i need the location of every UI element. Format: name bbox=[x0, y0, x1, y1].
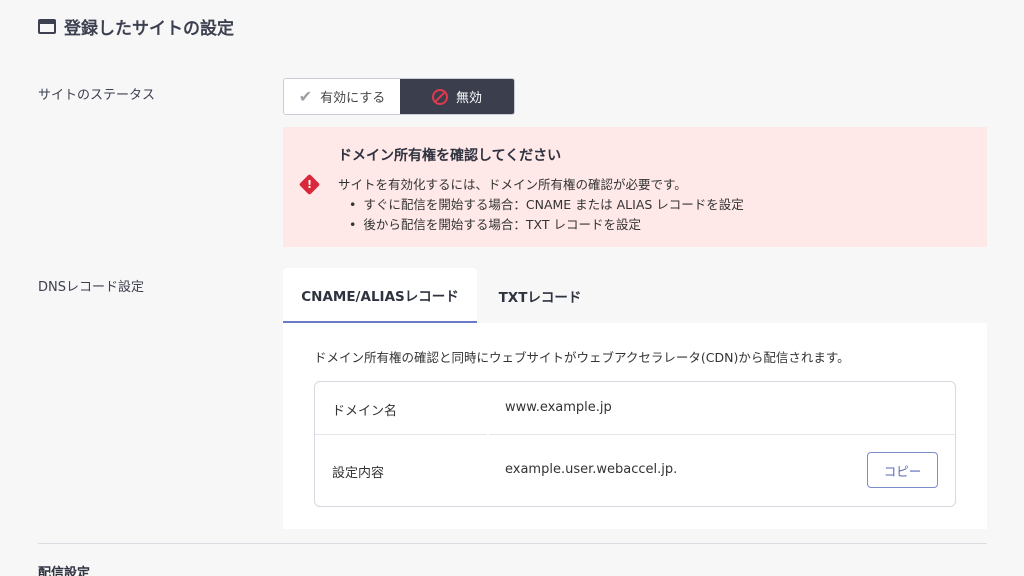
dns-tab-panel: ドメイン所有権の確認と同時にウェブサイトがウェブアクセラレータ(CDN)から配信… bbox=[283, 323, 987, 529]
dns-record-label: DNSレコード設定 bbox=[38, 280, 144, 295]
tab-cname-alias[interactable]: CNAME/ALIASレコード bbox=[283, 268, 477, 323]
enable-option[interactable]: ✔ 有効にする bbox=[284, 79, 400, 114]
divider bbox=[487, 433, 489, 436]
site-status-toggle: ✔ 有効にする 無効 bbox=[283, 78, 515, 115]
ban-icon bbox=[431, 88, 448, 105]
alert-title: ドメイン所有権を確認してください bbox=[338, 148, 562, 164]
alert-message: サイトを有効化するには、ドメイン所有権の確認が必要です。 bbox=[338, 177, 687, 192]
window-icon bbox=[38, 19, 56, 34]
panel-description: ドメイン所有権の確認と同時にウェブサイトがウェブアクセラレータ(CDN)から配信… bbox=[314, 350, 850, 365]
record-table: ドメイン名 www.example.jp 設定内容 example.user.w… bbox=[314, 381, 956, 507]
alert-bullet-list: すぐに配信を開始する場合：CNAME または ALIAS レコードを設定 後から… bbox=[338, 195, 744, 235]
page-title: 登録したサイトの設定 bbox=[64, 19, 234, 39]
disable-option[interactable]: 無効 bbox=[400, 79, 514, 114]
alert-bullet: すぐに配信を開始する場合：CNAME または ALIAS レコードを設定 bbox=[353, 195, 743, 215]
copy-button[interactable]: コピー bbox=[867, 452, 938, 488]
warning-icon: ! bbox=[298, 173, 321, 196]
row-value: www.example.jp bbox=[505, 400, 612, 415]
site-settings-page: 登録したサイトの設定 サイトのステータス ✔ 有効にする 無効 ! ドメイン所有… bbox=[0, 0, 1024, 576]
site-status-label: サイトのステータス bbox=[38, 88, 156, 103]
disable-option-label: 無効 bbox=[455, 91, 482, 106]
delivery-settings-title: 配信設定 bbox=[38, 566, 91, 576]
table-row: 設定内容 example.user.webaccel.jp. コピー bbox=[315, 435, 955, 506]
dns-tabs: CNAME/ALIASレコード TXTレコード bbox=[283, 268, 603, 323]
alert-bullet: 後から配信を開始する場合：TXT レコードを設定 bbox=[353, 215, 744, 235]
tab-txt[interactable]: TXTレコード bbox=[477, 268, 603, 323]
check-icon: ✔ bbox=[298, 87, 313, 106]
page-header: 登録したサイトの設定 bbox=[38, 14, 234, 39]
enable-option-label: 有効にする bbox=[320, 91, 386, 106]
row-key: ドメイン名 bbox=[332, 404, 398, 419]
alert-body: サイトを有効化するには、ドメイン所有権の確認が必要です。 すぐに配信を開始する場… bbox=[338, 175, 744, 235]
ownership-alert: ! ドメイン所有権を確認してください サイトを有効化するには、ドメイン所有権の確… bbox=[283, 127, 987, 247]
table-row: ドメイン名 www.example.jp bbox=[315, 382, 955, 435]
row-key: 設定内容 bbox=[332, 466, 385, 481]
section-divider bbox=[38, 543, 987, 544]
row-value: example.user.webaccel.jp. bbox=[505, 462, 678, 477]
